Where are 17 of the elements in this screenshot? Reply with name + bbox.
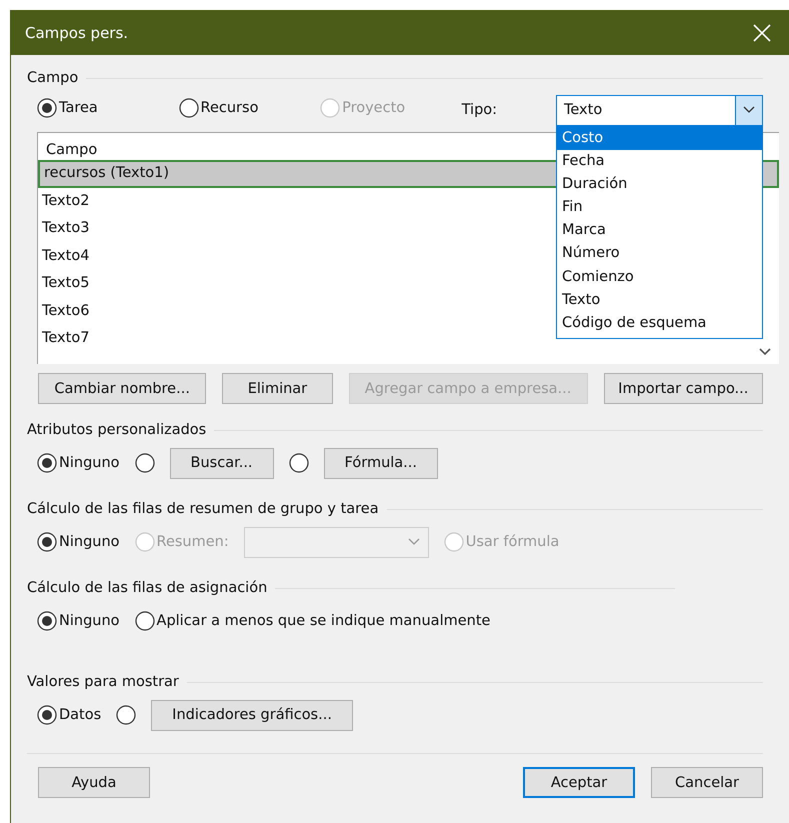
window-title: Campos pers. [25,24,130,42]
radio-label: Ninguno [59,455,120,471]
radio-label: Resumen: [156,534,229,550]
radio-label: Recurso [200,100,258,116]
radio-label: Aplicar a menos que se indique manualmente [156,613,490,629]
radio-label: Datos [59,707,102,723]
section-heading: Atributos personalizados [27,422,206,438]
type-label: Tipo: [462,102,498,118]
section-heading: Campo [27,70,78,86]
radio-label: Ninguno [59,613,120,629]
radio-label: Tarea [59,100,98,116]
radio-label: Ninguno [59,534,120,550]
section-heading: Cálculo de las filas de resumen de grupo y tarea [27,501,379,517]
section-heading: Valores para mostrar [27,674,179,690]
radio-label: Usar fórmula [466,534,560,550]
radio-label: Proyecto [342,100,406,116]
section-heading: Cálculo de las filas de asignación [27,580,268,596]
